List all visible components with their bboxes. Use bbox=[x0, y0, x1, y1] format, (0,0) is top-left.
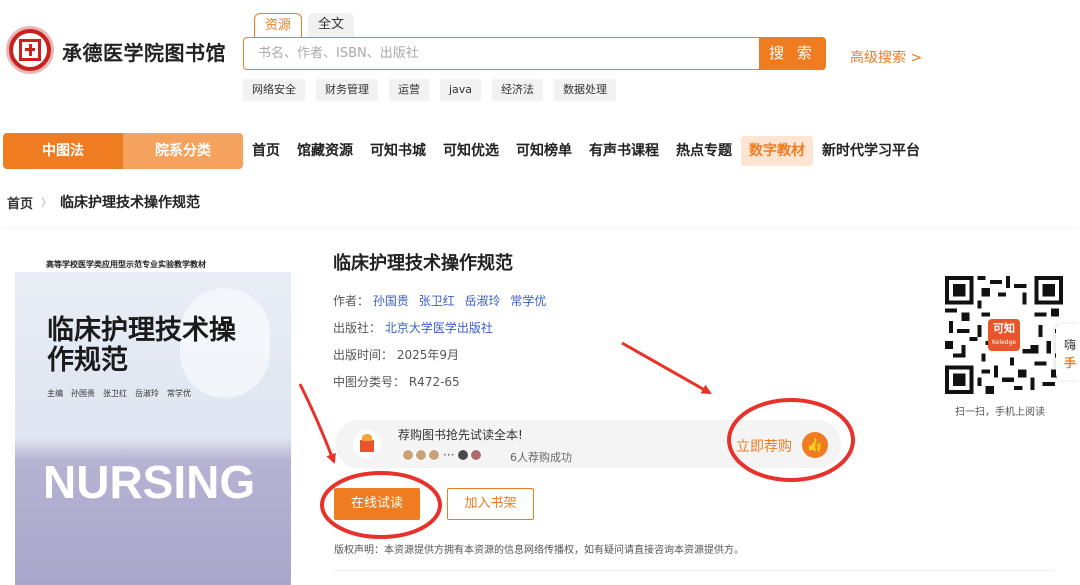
thumbs-up-icon[interactable]: 👍 bbox=[802, 432, 828, 458]
search-tabs: 资源 全文 bbox=[254, 13, 355, 37]
avatar bbox=[470, 449, 483, 461]
breadcrumb: 首页 〉 临床护理技术操作规范 bbox=[7, 192, 200, 212]
book-publisher: 出版社： 北京大学医学出版社 bbox=[333, 319, 499, 336]
cover-title: 临床护理技术操作规范 bbox=[47, 315, 236, 376]
author-label: 作者： bbox=[333, 294, 370, 308]
tab-clc-classification[interactable]: 中图法 bbox=[3, 133, 123, 169]
add-to-shelf-button[interactable]: 加入书架 bbox=[447, 488, 534, 520]
cover-series: 高等学校医学类应用型示范专业实验教学教材 bbox=[46, 260, 206, 269]
recommend-purchase-bar: 荐购图书抢先试读全本! ··· 6人荐购成功 立即荐购 👍 bbox=[335, 420, 841, 468]
book-classification: 中图分类号： R472-65 bbox=[333, 373, 460, 390]
nav-digital-textbooks[interactable]: 数字教材 bbox=[741, 136, 813, 166]
recommender-avatars: ··· bbox=[402, 448, 483, 462]
class-value: R472-65 bbox=[408, 375, 460, 389]
qr-badge-text: 可知 bbox=[993, 322, 1015, 335]
site-header: 承德医学院图书馆 资源 全文 书名、作者、ISBN、出版社 搜 索 高级搜索 >… bbox=[0, 0, 1080, 125]
publisher-link[interactable]: 北京大学医学出版社 bbox=[385, 321, 493, 335]
nav-collection[interactable]: 馆藏资源 bbox=[289, 136, 361, 166]
recommend-count: 6人荐购成功 bbox=[510, 451, 572, 464]
read-online-button[interactable]: 在线试读 bbox=[334, 488, 420, 520]
recommend-now-link[interactable]: 立即荐购 bbox=[736, 436, 792, 456]
qr-caption: 扫一扫，手机上阅读 bbox=[955, 407, 1045, 418]
qr-badge-sub: Keledge bbox=[992, 339, 1016, 346]
book-authors: 作者： 孙国贵 张卫红 岳淑玲 常学优 bbox=[333, 292, 552, 309]
breadcrumb-current: 临床护理技术操作规范 bbox=[60, 195, 201, 211]
book-title: 临床护理技术操作规范 bbox=[333, 253, 513, 274]
author-link[interactable]: 常学优 bbox=[510, 294, 546, 308]
book-publish-date: 出版时间： 2025年9月 bbox=[333, 346, 459, 363]
tab-department-classification[interactable]: 院系分类 bbox=[123, 133, 243, 169]
book-cover[interactable]: 高等学校医学类应用型示范专业实验教学教材 临床护理技术操作规范 主编 孙国贵 张… bbox=[15, 258, 291, 585]
nav-home[interactable]: 首页 bbox=[244, 136, 288, 166]
avatar bbox=[457, 449, 470, 461]
author-link[interactable]: 孙国贵 bbox=[373, 294, 409, 308]
hot-tag[interactable]: java bbox=[440, 79, 482, 101]
tab-fulltext[interactable]: 全文 bbox=[308, 13, 355, 37]
breadcrumb-home[interactable]: 首页 bbox=[7, 193, 33, 212]
nav-hot-topics[interactable]: 热点专题 bbox=[668, 136, 740, 166]
library-logo[interactable] bbox=[6, 26, 54, 74]
library-name[interactable]: 承德医学院图书馆 bbox=[62, 37, 226, 66]
class-label: 中图分类号： bbox=[333, 375, 406, 389]
keledge-badge: 可知 Keledge bbox=[988, 319, 1020, 351]
chevron-right-icon: 〉 bbox=[41, 196, 53, 209]
side-tab-line1: 嗨 bbox=[1064, 338, 1077, 352]
advanced-search-link[interactable]: 高级搜索 > bbox=[850, 47, 922, 67]
avatar bbox=[402, 449, 414, 461]
avatar bbox=[428, 449, 440, 461]
nav-keledge-picks[interactable]: 可知优选 bbox=[435, 136, 507, 166]
cover-authors: 主编 孙国贵 张卫红 岳淑玲 常学优 bbox=[47, 389, 191, 398]
date-label: 出版时间： bbox=[333, 348, 394, 362]
hot-tag[interactable]: 经济法 bbox=[492, 79, 544, 101]
more-dots: ··· bbox=[443, 448, 455, 462]
author-link[interactable]: 张卫红 bbox=[419, 294, 455, 308]
logo-seal-icon bbox=[13, 33, 47, 67]
date-value: 2025年9月 bbox=[396, 348, 460, 362]
cover-nursing-text: NURSING bbox=[43, 456, 256, 508]
main-nav: 首页 馆藏资源 可知书城 可知优选 可知榜单 有声书课程 热点专题 数字教材 新… bbox=[244, 133, 929, 169]
nav-audiobook-courses[interactable]: 有声书课程 bbox=[581, 136, 667, 166]
divider bbox=[334, 570, 1054, 571]
search-input[interactable]: 书名、作者、ISBN、出版社 bbox=[243, 37, 759, 70]
qr-code: 可知 Keledge bbox=[945, 276, 1063, 394]
recommend-text: 荐购图书抢先试读全本! bbox=[398, 428, 523, 442]
tab-resources[interactable]: 资源 bbox=[254, 13, 303, 37]
nav-new-era-learning[interactable]: 新时代学习平台 bbox=[814, 136, 928, 166]
publisher-label: 出版社： bbox=[333, 321, 382, 335]
hot-search-tags: 网络安全 财务管理 运营 java 经济法 数据处理 bbox=[243, 79, 617, 101]
hot-tag[interactable]: 网络安全 bbox=[243, 79, 305, 101]
side-tab-line2: 手 bbox=[1064, 356, 1077, 370]
nav-keledge-ranking[interactable]: 可知榜单 bbox=[508, 136, 580, 166]
nav-keledge-store[interactable]: 可知书城 bbox=[362, 136, 434, 166]
copyright-notice: 版权声明：本资源提供方拥有本资源的信息网络传播权，如有疑问请直接咨询本资源提供方… bbox=[334, 545, 744, 556]
gift-icon bbox=[353, 430, 381, 458]
hot-tag[interactable]: 财务管理 bbox=[316, 79, 378, 101]
hot-tag[interactable]: 运营 bbox=[389, 79, 429, 101]
avatar bbox=[415, 449, 427, 461]
classification-tabs: 中图法 院系分类 bbox=[3, 133, 243, 169]
hot-tag[interactable]: 数据处理 bbox=[554, 79, 617, 101]
search-button[interactable]: 搜 索 bbox=[759, 37, 826, 70]
side-floating-tab[interactable]: 嗨 手 bbox=[1056, 324, 1080, 380]
author-link[interactable]: 岳淑玲 bbox=[465, 294, 501, 308]
